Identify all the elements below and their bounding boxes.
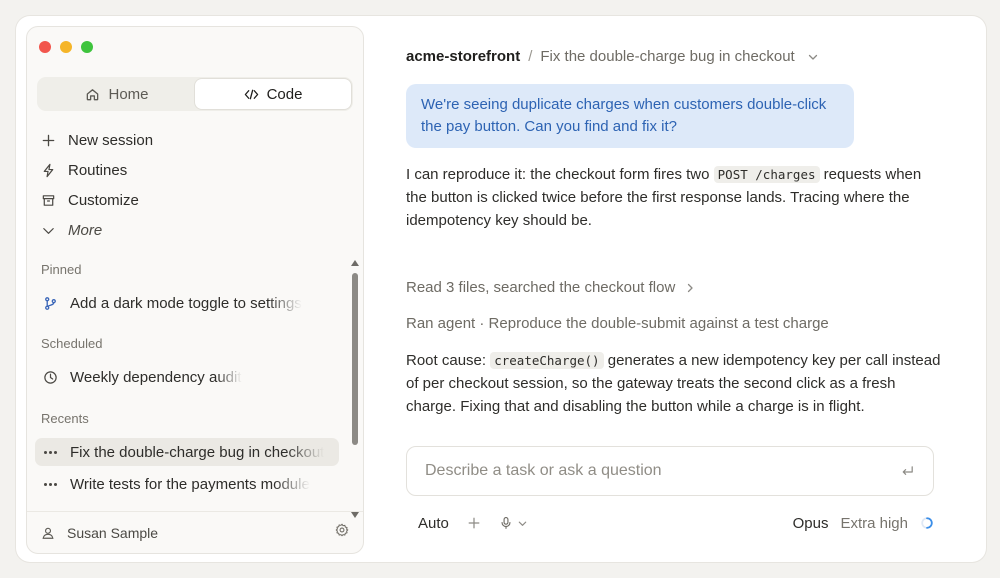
message-text: I can reproduce it: the checkout form fi… [406,166,710,183]
model-selector[interactable]: Opus [793,515,829,532]
effort-selector[interactable]: Extra high [840,515,908,532]
zoom-window-button[interactable] [81,41,93,53]
customize-item[interactable]: Customize [41,185,341,215]
activity-summary[interactable]: Read 3 files, searched the checkout flow [406,279,695,296]
mode-selector[interactable]: Auto [418,515,449,532]
tab-home[interactable]: Home [39,79,195,109]
scheduled-item-label: Weekly dependency audit [70,368,242,386]
repo-name[interactable]: acme-storefront [406,48,520,65]
plus-icon[interactable] [467,516,481,530]
user-name: Susan Sample [67,524,159,541]
scroll-up-arrow-icon[interactable] [350,259,360,267]
loading-spinner-icon [921,517,933,529]
settings-button[interactable] [335,523,349,542]
tab-code-label: Code [266,85,303,103]
pinned-heading: Pinned [41,262,82,277]
user-message: We're seeing duplicate charges when cust… [406,84,854,148]
routines-item[interactable]: Routines [41,155,341,185]
recent-item[interactable]: Write tests for the payments module [35,470,339,498]
ellipsis-icon [43,482,58,486]
customize-label: Customize [68,191,139,209]
agent-activity-text: Ran agent · Reproduce the double-submit … [406,315,829,332]
minimize-window-button[interactable] [60,41,72,53]
user-icon [42,527,54,539]
microphone-icon [501,517,511,529]
scheduled-heading: Scheduled [41,336,103,351]
pinned-item-label: Add a dark mode toggle to settings [70,294,302,312]
recents-heading: Recents [41,411,89,426]
archive-icon [42,194,55,206]
recent-item-selected[interactable]: Fix the double-charge bug in checkout [35,438,339,466]
enter-icon[interactable] [900,464,915,479]
more-label: More [68,221,103,239]
close-window-button[interactable] [39,41,51,53]
branch-icon [45,296,56,310]
more-item[interactable]: More [41,215,341,245]
tab-code[interactable]: Code [195,79,351,109]
window-controls [39,41,93,53]
recent-item-label: Write tests for the payments module [70,475,310,493]
breadcrumb-separator: / [528,48,533,65]
home-code-switch: Home Code [37,77,353,111]
chevron-down-icon [518,521,527,526]
sidebar-menu: New session Routines Customize More [41,125,341,245]
bolt-icon [43,163,54,177]
scheduled-item[interactable]: Weekly dependency audit [35,363,339,391]
sidebar-footer: Susan Sample [27,511,363,553]
app-window: Home Code New session Routines Customize [16,16,986,562]
new-session-item[interactable]: New session [41,125,341,155]
chevron-down-icon [43,227,54,234]
sidebar: Home Code New session Routines Customize [26,26,364,554]
prompt-input[interactable] [425,462,900,480]
clock-icon [44,370,57,384]
breadcrumb: acme-storefront / Fix the double-charge … [406,48,819,65]
ellipsis-icon [43,450,58,454]
agent-activity[interactable]: Ran agent · Reproduce the double-submit … [406,315,829,332]
routines-label: Routines [68,161,128,179]
plus-icon [42,134,55,146]
tab-home-label: Home [108,85,149,103]
composer-toolbar: Auto Opus Extra high [418,512,934,534]
recent-item-label: Fix the double-charge bug in checkout [70,443,325,461]
pinned-item[interactable]: Add a dark mode toggle to settings [35,289,339,317]
composer [406,446,934,496]
inline-code: createCharge() [490,352,604,369]
microphone-button[interactable] [499,516,528,530]
activity-summary-text: Read 3 files, searched the checkout flow [406,279,676,296]
user-profile[interactable]: Susan Sample [41,525,158,541]
chat-pane: acme-storefront / Fix the double-charge … [406,16,966,562]
inline-code: POST /charges [713,166,820,183]
assistant-message: I can reproduce it: the checkout form fi… [406,163,946,232]
gear-icon [335,523,349,537]
scrollbar-thumb[interactable] [352,273,358,445]
sidebar-scrollbar[interactable] [350,259,360,519]
home-icon [87,88,99,100]
chevron-right-icon [688,283,693,292]
new-session-label: New session [68,131,154,149]
code-icon [244,89,258,99]
message-text: Root cause: [406,352,487,369]
assistant-message: Root cause: createCharge() generates a n… [406,349,946,419]
session-title[interactable]: Fix the double-charge bug in checkout [540,48,794,65]
chevron-down-icon[interactable] [807,51,819,63]
message-text: generates a new idempotency key per call… [406,352,941,415]
